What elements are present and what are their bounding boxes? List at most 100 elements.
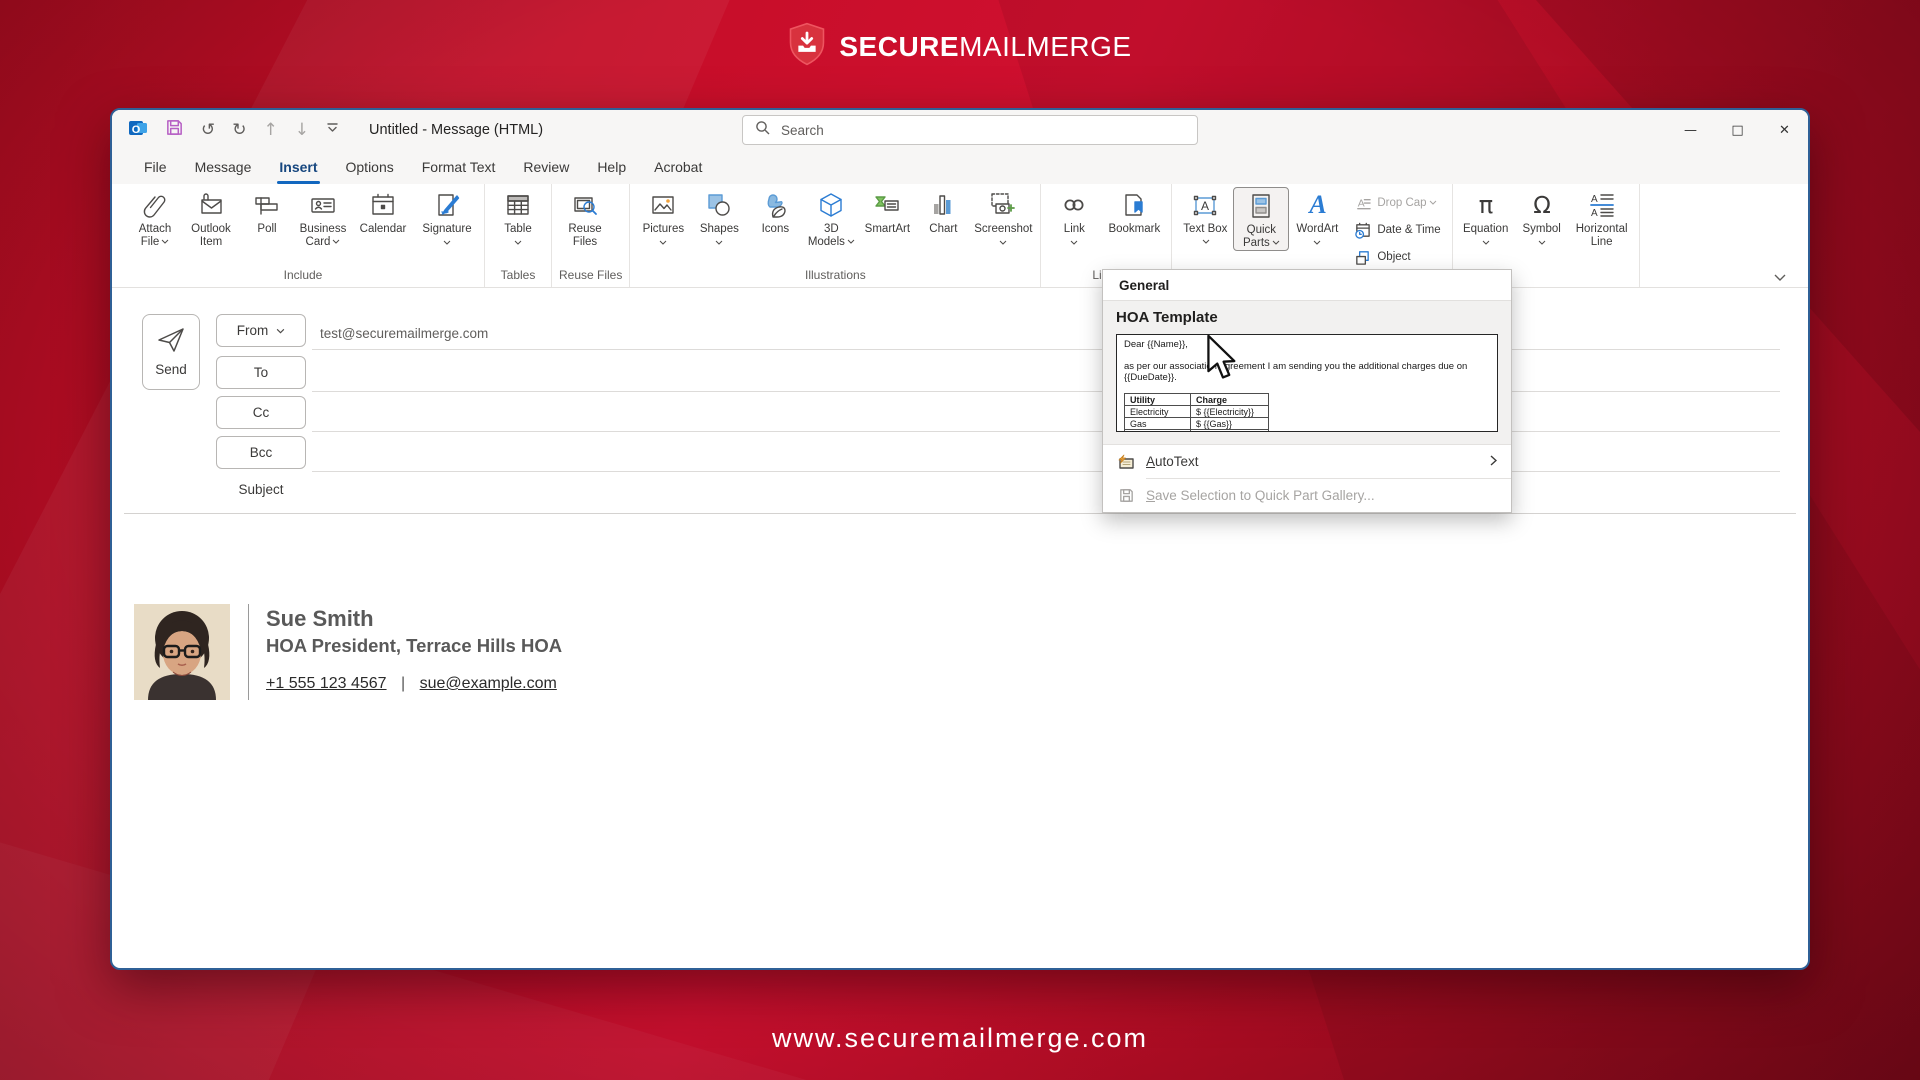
signature-phone-link[interactable]: +1 555 123 4567 (266, 675, 387, 692)
preview-greeting: Dear {{Name}}, (1124, 339, 1188, 350)
quick-access-toolbar: O ↺ ↻ ↑ ↓ (112, 118, 339, 143)
button-label: Object (1377, 251, 1411, 263)
search-box[interactable] (742, 115, 1198, 145)
symbol-button[interactable]: Ω Symbol (1514, 187, 1570, 245)
quick-parts-button[interactable]: Quick Parts (1233, 187, 1290, 251)
to-button[interactable]: To (216, 356, 306, 389)
bookmark-icon (1119, 190, 1149, 220)
reuse-files-button[interactable]: Reuse Files (557, 187, 613, 249)
link-button[interactable]: Link (1046, 187, 1102, 245)
tab-acrobat[interactable]: Acrobat (640, 150, 716, 184)
minimize-button[interactable]: — (1667, 110, 1714, 150)
button-label: Link (1063, 223, 1085, 235)
tab-format-text[interactable]: Format Text (408, 150, 510, 184)
table-button[interactable]: Table (490, 187, 546, 245)
outlook-message-window: O ↺ ↻ ↑ ↓ Untitled - Message (HTML) Sear… (110, 108, 1810, 970)
save-selection-menu-item[interactable]: Save Selection to Quick Part Gallery... (1103, 479, 1511, 512)
text-box-button[interactable]: A Text Box (1177, 187, 1233, 249)
smartart-button[interactable]: SmartArt (859, 187, 915, 236)
button-label: Outlook Item (191, 223, 231, 248)
brand-name: SECUREMAILMERGE (839, 31, 1131, 63)
undo-icon[interactable]: ↺ (201, 121, 215, 139)
button-label: Signature (422, 223, 472, 235)
preview-table-row: Gas $ {{Gas}} (1124, 417, 1269, 430)
cc-field[interactable] (312, 399, 1780, 432)
cube-3d-icon (816, 190, 846, 220)
business-card-icon (308, 190, 338, 220)
subject-separator (124, 513, 1796, 514)
wordart-button[interactable]: A WordArt (1289, 187, 1345, 245)
date-time-button[interactable]: Date & Time (1349, 218, 1444, 242)
ribbon-group-reuse-files: Reuse Files Reuse Files (552, 184, 631, 287)
subject-label: Subject (238, 482, 284, 497)
to-field[interactable] (312, 359, 1780, 392)
signature-button[interactable]: Signature (415, 187, 479, 245)
from-address: test@securemailmerge.com (320, 325, 489, 341)
3d-models-button[interactable]: 3D Models (803, 187, 859, 249)
attach-file-button[interactable]: Attach File (127, 187, 183, 249)
subject-field[interactable] (312, 479, 1780, 512)
drop-cap-button[interactable]: A Drop Cap (1349, 191, 1444, 215)
from-button[interactable]: From (216, 314, 306, 347)
preview-body: as per our association agreement I am se… (1124, 361, 1468, 383)
cc-button[interactable]: Cc (216, 396, 306, 429)
envelope-clip-icon (196, 190, 226, 220)
preview-cell: $ {{Gas}} (1190, 417, 1269, 430)
business-card-button[interactable]: Business Card (295, 187, 351, 249)
send-button[interactable]: Send (142, 314, 200, 390)
horizontal-line-button[interactable]: AA Horizontal Line (1570, 187, 1634, 249)
move-up-icon[interactable]: ↑ (264, 121, 278, 139)
search-input[interactable] (781, 122, 1185, 138)
quick-parts-gallery-item-hoa-template[interactable]: HOA Template Dear {{Name}}, as per our a… (1103, 300, 1511, 444)
chart-button[interactable]: Chart (915, 187, 971, 236)
footer-url: www.securemailmerge.com (771, 1023, 1149, 1053)
tab-review[interactable]: Review (509, 150, 583, 184)
button-label: Symbol (1522, 223, 1561, 235)
outlook-item-button[interactable]: Outlook Item (183, 187, 239, 249)
move-down-icon[interactable]: ↓ (295, 121, 309, 139)
button-label: Date & Time (1377, 224, 1441, 236)
pictures-button[interactable]: Pictures (635, 187, 691, 245)
tab-help[interactable]: Help (583, 150, 640, 184)
to-label: To (253, 365, 269, 380)
tab-insert[interactable]: Insert (265, 150, 331, 184)
equation-button[interactable]: π Equation (1458, 187, 1514, 245)
save-icon[interactable] (165, 118, 184, 142)
button-label: Calendar (359, 223, 407, 235)
autotext-menu-item[interactable]: AutoText (1103, 445, 1511, 478)
icons-button[interactable]: Icons (747, 187, 803, 236)
calendar-button[interactable]: Calendar (351, 187, 415, 236)
signature-email-link[interactable]: sue@example.com (420, 675, 557, 692)
tab-file[interactable]: File (130, 150, 181, 184)
group-label-illustrations: Illustrations (805, 268, 866, 282)
window-title: Untitled - Message (HTML) (369, 122, 544, 138)
object-button[interactable]: Object (1349, 245, 1444, 269)
button-label: Reuse Files (568, 223, 602, 248)
tab-options[interactable]: Options (332, 150, 408, 184)
poll-button[interactable]: Poll (239, 187, 295, 236)
shapes-button[interactable]: Shapes (691, 187, 747, 245)
screenshot-camera-icon (988, 190, 1018, 220)
maximize-button[interactable]: □ (1714, 110, 1761, 150)
from-field[interactable]: test@securemailmerge.com (312, 317, 1780, 350)
collapse-ribbon-icon[interactable] (1774, 268, 1786, 286)
bookmark-button[interactable]: Bookmark (1102, 187, 1166, 236)
customize-toolbar-icon[interactable] (326, 121, 339, 139)
preview-table-header: Utility (1124, 393, 1191, 406)
mouse-cursor (1194, 332, 1238, 385)
button-label: Horizontal Line (1575, 223, 1628, 248)
close-button[interactable]: ✕ (1761, 110, 1808, 150)
group-label-reuse-files: Reuse Files (559, 268, 623, 282)
bcc-button[interactable]: Bcc (216, 436, 306, 469)
ribbon-group-illustrations: Pictures Shapes Icons 3D Models SmartArt… (630, 184, 1042, 287)
button-label: WordArt (1296, 223, 1339, 235)
horizontal-line-icon: AA (1587, 190, 1617, 220)
redo-icon[interactable]: ↻ (232, 121, 246, 139)
wordart-icon: A (1302, 190, 1332, 220)
button-label: Table (504, 223, 532, 235)
tab-message[interactable]: Message (181, 150, 266, 184)
bcc-field[interactable] (312, 439, 1780, 472)
button-label: Shapes (699, 223, 739, 235)
signature-divider (248, 604, 249, 700)
screenshot-button[interactable]: Screenshot (971, 187, 1035, 245)
